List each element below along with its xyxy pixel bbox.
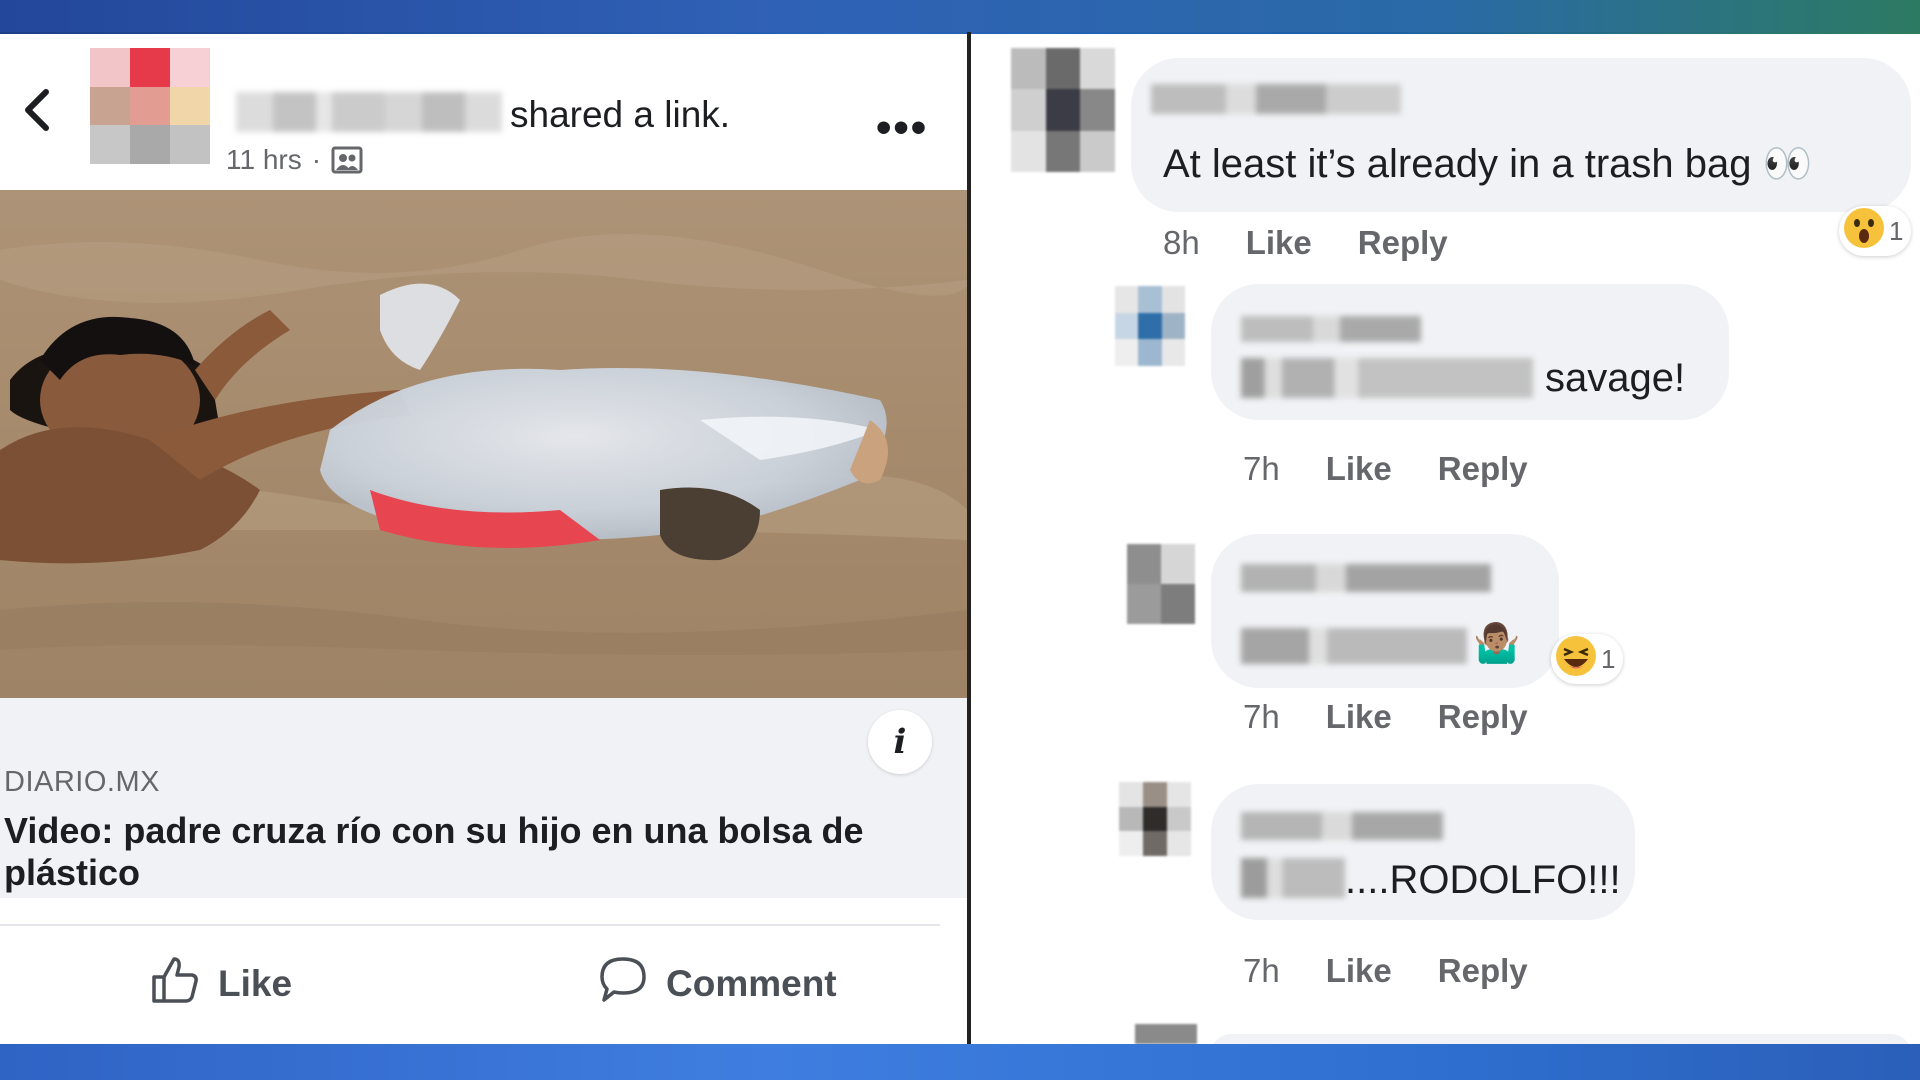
comment-reply-button[interactable]: Reply: [1438, 450, 1528, 488]
comment-time[interactable]: 8h: [1163, 224, 1200, 262]
comment-time[interactable]: 7h: [1243, 450, 1280, 488]
comment-reply-button[interactable]: Reply: [1358, 224, 1448, 262]
comment-text: ....RODOLFO!!!: [1345, 858, 1621, 902]
more-options-icon[interactable]: •••: [876, 106, 936, 150]
blurred-mention[interactable]: [1241, 358, 1533, 398]
comment-actions: 7h Like Reply: [1243, 698, 1528, 736]
like-label: Like: [218, 963, 293, 1004]
broadcast-bottom-bar: [0, 1044, 1920, 1080]
comment-like-button[interactable]: Like: [1326, 952, 1392, 990]
broadcast-top-bar: [0, 0, 1920, 32]
commenter-avatar[interactable]: [1011, 48, 1115, 172]
reaction-badge[interactable]: 1: [1551, 634, 1624, 684]
shared-link-text: shared a link.: [510, 94, 731, 135]
comment-text: savage!: [1545, 356, 1686, 400]
post-time[interactable]: 11 hrs: [226, 144, 302, 176]
facebook-post: shared a link. 11 hrs · ••• i DIARIO.MX …: [0, 34, 967, 1044]
comment-item: ....RODOLFO!!! 7h Like Reply: [971, 774, 1920, 989]
blurred-mention[interactable]: [1241, 858, 1345, 898]
comment-like-button[interactable]: Like: [1246, 224, 1312, 262]
thumbs-up-icon: [148, 953, 202, 1016]
post-actions: Like Comment: [0, 934, 967, 1034]
link-domain: DIARIO.MX: [4, 766, 160, 798]
comment-time[interactable]: 7h: [1243, 698, 1280, 736]
comment-actions: 8h Like Reply: [1163, 224, 1448, 262]
reaction-count: 1: [1889, 215, 1904, 246]
comment-actions: 7h Like Reply: [1243, 952, 1528, 990]
blurred-commenter-name[interactable]: [1241, 564, 1491, 592]
link-preview[interactable]: i DIARIO.MX Video: padre cruza río con s…: [0, 698, 967, 898]
page-avatar[interactable]: [90, 48, 210, 164]
like-button[interactable]: Like: [148, 954, 292, 1014]
blurred-commenter-name[interactable]: [1241, 316, 1421, 342]
comment-button[interactable]: Comment: [596, 954, 837, 1014]
comment-reply-button[interactable]: Reply: [1438, 952, 1528, 990]
post-header: shared a link. 11 hrs · •••: [0, 34, 967, 190]
commenter-avatar[interactable]: [1115, 286, 1185, 366]
link-title[interactable]: Video: padre cruza río con su hijo en un…: [4, 810, 904, 894]
group-audience-icon: [331, 145, 363, 175]
comment-bubble-icon: [596, 953, 650, 1016]
post-photo[interactable]: [0, 190, 967, 698]
commenter-avatar[interactable]: [1135, 1024, 1197, 1044]
info-icon[interactable]: i: [868, 710, 932, 774]
comment-text: At least it’s already in a trash bag 👀: [1163, 142, 1813, 186]
comment-bubble: [1211, 1034, 1911, 1044]
comment-item: 🤷🏽‍♂️ 1 7h Like Reply: [971, 514, 1920, 736]
comment-bubble: 🤷🏽‍♂️: [1211, 534, 1559, 688]
comment-item: savage! 7h Like Reply: [971, 274, 1920, 487]
comment-reply-button[interactable]: Reply: [1438, 698, 1528, 736]
commenter-avatar[interactable]: [1127, 544, 1195, 624]
comment-time[interactable]: 7h: [1243, 952, 1280, 990]
back-arrow-icon[interactable]: [16, 82, 56, 138]
meta-separator: ·: [311, 144, 322, 175]
commenter-avatar[interactable]: [1119, 782, 1191, 856]
comment-bubble: savage!: [1211, 284, 1729, 420]
divider: [0, 924, 940, 926]
wow-emoji-icon: [1843, 207, 1885, 256]
reaction-count: 1: [1601, 643, 1616, 674]
blurred-commenter-name[interactable]: [1241, 812, 1443, 840]
comment-like-button[interactable]: Like: [1326, 698, 1392, 736]
comment-bubble: ....RODOLFO!!!: [1211, 784, 1635, 920]
blurred-commenter-name[interactable]: [1151, 84, 1401, 114]
post-meta: 11 hrs ·: [226, 144, 363, 176]
comment-bubble: At least it’s already in a trash bag 👀: [1131, 58, 1911, 212]
comment-label: Comment: [666, 963, 837, 1004]
blurred-mention[interactable]: [1241, 628, 1467, 664]
haha-emoji-icon: [1555, 635, 1597, 684]
comments-panel: At least it’s already in a trash bag 👀 8…: [971, 34, 1920, 1044]
comment-like-button[interactable]: Like: [1326, 450, 1392, 488]
comment-item: At least it’s already in a trash bag 👀 8…: [971, 34, 1920, 264]
reaction-badge[interactable]: 1: [1839, 206, 1912, 256]
comment-text: 🤷🏽‍♂️: [1473, 623, 1521, 665]
blurred-page-name[interactable]: [236, 92, 502, 132]
comment-actions: 7h Like Reply: [1243, 450, 1528, 488]
